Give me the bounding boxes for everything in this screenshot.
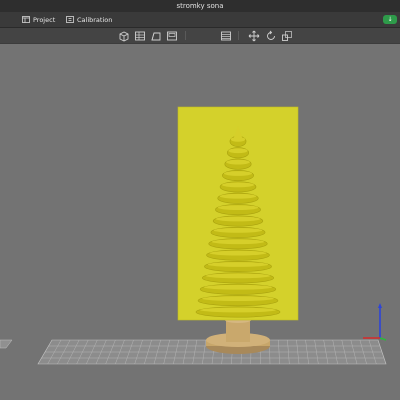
calibration-icon [66, 16, 74, 23]
menu-calibration[interactable]: Calibration [66, 14, 112, 25]
project-icon [22, 16, 30, 23]
app-window: stromky sona Project Calibration ↓ [0, 0, 400, 400]
grid-view-icon[interactable] [133, 29, 146, 42]
perspective-view-icon[interactable] [149, 29, 162, 42]
adjacent-plate-edge [0, 339, 13, 349]
toolbar [0, 28, 400, 44]
3d-viewport[interactable] [0, 44, 400, 400]
window-title: stromky sona [0, 0, 400, 12]
table-icon[interactable] [219, 29, 232, 42]
menu-bar: Project Calibration ↓ [0, 12, 400, 28]
menu-project-label: Project [33, 15, 56, 24]
axis-gizmo [363, 303, 387, 341]
cube-view-icon[interactable] [117, 29, 130, 42]
toolbar-separator [238, 31, 239, 40]
tree-base [206, 317, 270, 354]
toolbar-separator [185, 31, 186, 40]
layout-view-icon[interactable] [165, 29, 178, 42]
sync-status-button[interactable]: ↓ [383, 15, 397, 24]
menu-calibration-label: Calibration [77, 15, 113, 24]
move-icon[interactable] [247, 29, 260, 42]
scene [0, 106, 387, 365]
menu-project[interactable]: Project [22, 14, 55, 25]
scale-icon[interactable] [280, 29, 293, 42]
rotate-icon[interactable] [264, 29, 277, 42]
